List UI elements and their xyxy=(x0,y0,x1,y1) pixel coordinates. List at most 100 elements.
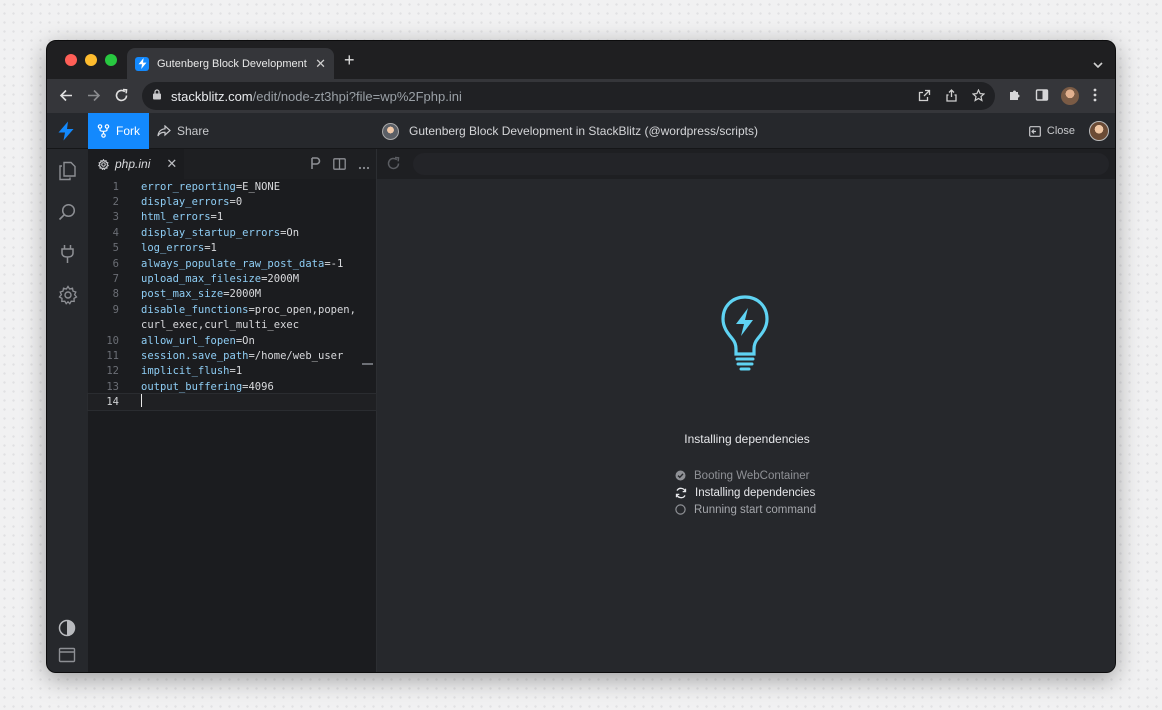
preview-url-bar[interactable] xyxy=(413,153,1109,175)
empty-circle-icon xyxy=(675,504,686,515)
share-label: Share xyxy=(177,124,210,138)
code-line[interactable]: 7 upload_max_filesize=2000M xyxy=(88,271,376,286)
open-external-icon[interactable] xyxy=(918,89,931,107)
line-text: post_max_size=2000M xyxy=(119,288,261,300)
fork-button[interactable]: Fork xyxy=(88,113,149,149)
ini-key: log_errors xyxy=(141,242,205,255)
boot-step-label: Booting WebContainer xyxy=(694,469,810,482)
code-line[interactable]: 2 display_errors=0 xyxy=(88,194,376,209)
line-text: implicit_flush=1 xyxy=(119,365,242,377)
code-line[interactable]: 13 output_buffering=4096 xyxy=(88,379,376,394)
code-line[interactable]: 5 log_errors=1 xyxy=(88,241,376,256)
maximize-window-button[interactable] xyxy=(105,54,117,66)
line-text: session.save_path=/home/web_user xyxy=(119,350,343,362)
line-number: 5 xyxy=(112,242,119,255)
ini-key: always_populate_raw_post_data xyxy=(141,257,325,270)
plug-icon[interactable] xyxy=(58,244,77,269)
line-number: 8 xyxy=(112,288,119,301)
stackblitz-favicon-icon xyxy=(135,56,149,71)
site-info-icon[interactable] xyxy=(152,87,162,105)
ini-key: session.save_path xyxy=(141,349,249,362)
check-circle-icon xyxy=(675,470,686,481)
boot-step-label: Installing dependencies xyxy=(695,486,816,499)
theme-toggle-icon[interactable] xyxy=(58,619,76,642)
app-topbar: Fork Share Gutenberg Block Development i… xyxy=(47,113,1115,149)
line-text: output_buffering=4096 xyxy=(119,381,274,393)
install-status-title: Installing dependencies xyxy=(684,432,810,446)
close-window-button[interactable] xyxy=(65,54,77,66)
code-line[interactable]: curl_exec,curl_multi_exec xyxy=(88,318,376,333)
line-number: 2 xyxy=(112,196,119,209)
new-tab-button[interactable]: + xyxy=(344,51,355,69)
ini-value: =proc_open,popen, xyxy=(248,303,356,316)
layout-icon[interactable] xyxy=(58,647,76,668)
code-line[interactable]: 6 always_populate_raw_post_data=-1 xyxy=(88,256,376,271)
line-text: error_reporting=E_NONE xyxy=(119,181,280,193)
line-text: disable_functions=proc_open,popen, xyxy=(119,304,356,316)
text-cursor xyxy=(141,394,142,408)
code-line[interactable]: 9 disable_functions=proc_open,popen, xyxy=(88,302,376,317)
tab-close-icon[interactable]: ✕ xyxy=(315,57,326,70)
split-editor-icon[interactable] xyxy=(333,157,346,175)
share-button[interactable]: Share xyxy=(157,113,209,149)
stackblitz-logo-icon[interactable] xyxy=(57,121,75,146)
kebab-menu-icon[interactable] xyxy=(1093,88,1097,107)
code-line[interactable]: 4 display_startup_errors=On xyxy=(88,225,376,240)
preview-refresh-icon[interactable] xyxy=(386,156,401,176)
code-line[interactable]: 8 post_max_size=2000M xyxy=(88,287,376,302)
chevron-down-icon[interactable] xyxy=(1093,55,1103,73)
line-text: display_startup_errors=On xyxy=(119,227,299,239)
line-text xyxy=(119,394,142,410)
forward-arrow-icon[interactable] xyxy=(86,88,101,108)
line-number: 9 xyxy=(112,303,119,316)
ini-key: error_reporting xyxy=(141,180,236,193)
ini-value: =E_NONE xyxy=(235,180,281,193)
code-line[interactable]: 3 html_errors=1 xyxy=(88,210,376,225)
code-content[interactable]: 1 error_reporting=E_NONE 2 display_errors=0… xyxy=(87,179,377,411)
user-avatar[interactable] xyxy=(1089,121,1109,141)
ini-key: implicit_flush xyxy=(141,365,230,378)
line-text: curl_exec,curl_multi_exec xyxy=(119,319,299,331)
line-number: 11 xyxy=(106,349,119,362)
boot-step: Running start command xyxy=(675,501,816,518)
share-icon xyxy=(157,125,171,137)
code-line[interactable]: 1 error_reporting=E_NONE xyxy=(88,179,376,194)
address-bar[interactable]: stackblitz.com/edit/node-zt3hpi?file=wp%… xyxy=(142,82,995,110)
settings-icon[interactable] xyxy=(58,285,78,310)
file-tab-close-icon[interactable]: ✕ xyxy=(166,156,177,172)
code-line[interactable]: 14 xyxy=(87,393,377,411)
ini-value: =1 xyxy=(229,365,243,378)
minimize-window-button[interactable] xyxy=(85,54,97,66)
files-icon[interactable] xyxy=(58,161,77,186)
more-actions-icon[interactable] xyxy=(358,157,370,175)
stackblitz-app: Fork Share Gutenberg Block Development i… xyxy=(47,113,1115,672)
ini-key: html_errors xyxy=(141,211,211,224)
line-text: html_errors=1 xyxy=(119,211,223,223)
file-tab-php-ini[interactable]: php.ini ✕ xyxy=(88,149,184,179)
line-text: log_errors=1 xyxy=(119,242,217,254)
exit-icon xyxy=(1028,125,1041,137)
back-arrow-icon[interactable] xyxy=(59,88,74,108)
prettier-format-icon[interactable] xyxy=(310,157,321,175)
reload-icon[interactable] xyxy=(114,88,129,108)
bookmark-star-icon[interactable] xyxy=(971,88,986,107)
preview-pane: Installing dependencies Booting WebConta… xyxy=(377,149,1115,672)
code-line[interactable]: 12 implicit_flush=1 xyxy=(88,364,376,379)
tab-strip: Gutenberg Block Development ✕ + xyxy=(47,41,1115,79)
side-panel-icon[interactable] xyxy=(1035,88,1049,107)
share-page-icon[interactable] xyxy=(945,89,958,107)
ini-key: display_startup_errors xyxy=(141,226,281,239)
code-line[interactable]: 10 allow_url_fopen=On xyxy=(88,333,376,348)
ini-value: =2000M xyxy=(223,288,262,301)
line-number: 1 xyxy=(112,180,119,193)
browser-profile-avatar[interactable] xyxy=(1061,87,1079,105)
code-line[interactable]: 11 session.save_path=/home/web_user xyxy=(88,348,376,363)
close-project-button[interactable]: Close xyxy=(1028,113,1075,149)
extensions-puzzle-icon[interactable] xyxy=(1008,88,1022,107)
project-title: Gutenberg Block Development in StackBlit… xyxy=(382,113,758,149)
editor-tab-bar: php.ini ✕ xyxy=(88,149,376,179)
file-tab-label: php.ini xyxy=(115,157,151,171)
search-icon[interactable] xyxy=(58,203,77,227)
boot-step-label: Running start command xyxy=(694,503,817,516)
browser-tab[interactable]: Gutenberg Block Development ✕ xyxy=(127,48,334,79)
